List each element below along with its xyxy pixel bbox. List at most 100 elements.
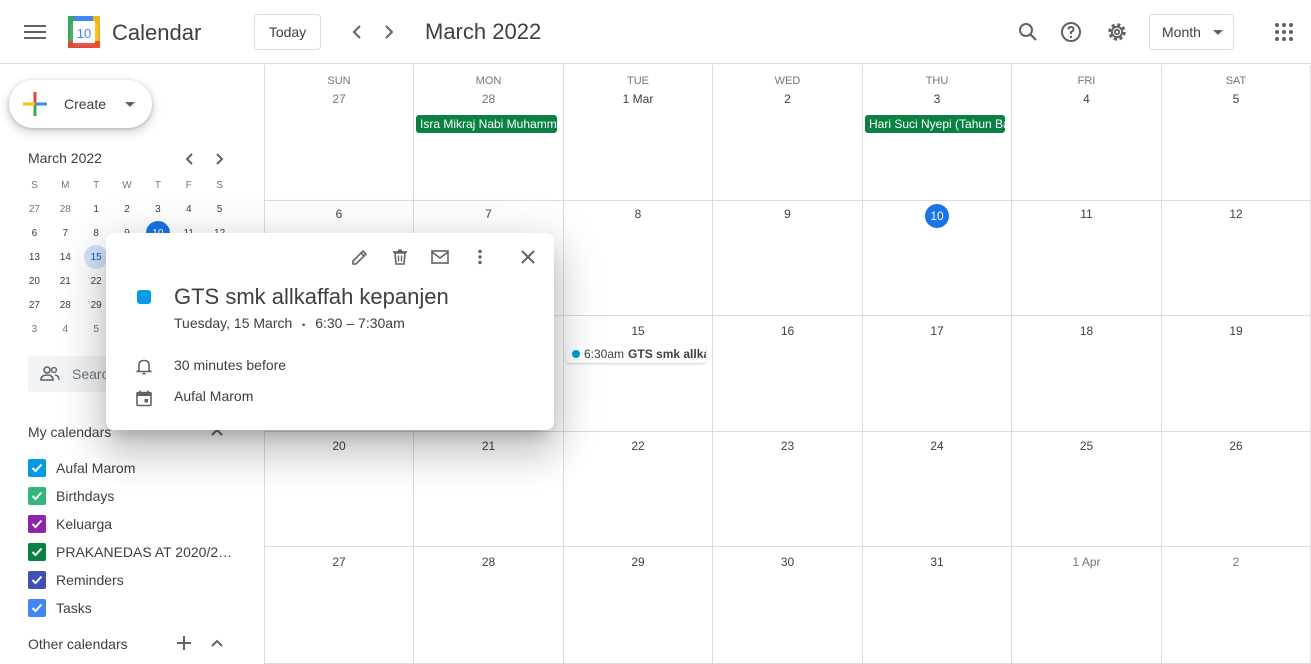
day-number[interactable]: 7 xyxy=(414,207,563,221)
edit-pencil-icon[interactable] xyxy=(350,247,370,267)
day-number[interactable]: 23 xyxy=(713,439,862,453)
calendar-list-item[interactable]: Keluarga xyxy=(28,510,248,538)
day-cell[interactable]: 15 6:30amGTS smk allkaffah kepanjen xyxy=(564,316,713,431)
day-number[interactable]: 24 xyxy=(863,439,1011,453)
mini-day[interactable]: 28 xyxy=(50,197,81,221)
mini-day[interactable]: 3 xyxy=(19,317,50,341)
mini-day[interactable]: 7 xyxy=(50,221,81,245)
day-number[interactable]: 10 xyxy=(863,204,1011,228)
day-number[interactable]: 5 xyxy=(1162,92,1310,106)
checkbox-checked-icon[interactable] xyxy=(28,571,46,589)
prev-month-icon[interactable] xyxy=(345,20,369,44)
day-number[interactable]: 4 xyxy=(1012,92,1161,106)
mini-day[interactable]: 4 xyxy=(173,197,204,221)
day-cell[interactable]: 16 xyxy=(713,316,863,431)
today-button[interactable]: Today xyxy=(254,14,321,50)
day-cell[interactable]: 23 xyxy=(713,431,863,546)
mini-prev-icon[interactable] xyxy=(180,149,200,169)
day-cell[interactable]: 27 xyxy=(265,547,414,663)
more-options-icon[interactable] xyxy=(470,247,490,267)
close-icon[interactable] xyxy=(518,247,538,267)
search-icon[interactable] xyxy=(1016,20,1040,44)
day-number[interactable]: 8 xyxy=(564,207,712,221)
day-cell[interactable]: 1 Apr xyxy=(1012,547,1162,663)
checkbox-checked-icon[interactable] xyxy=(28,599,46,617)
calendar-logo-icon[interactable]: 10 xyxy=(68,16,100,48)
settings-gear-icon[interactable] xyxy=(1105,20,1129,44)
day-number[interactable]: 19 xyxy=(1162,324,1310,338)
calendar-list-item[interactable]: Tasks xyxy=(28,594,248,622)
day-cell[interactable]: 26 xyxy=(1162,431,1311,546)
day-cell[interactable]: 28 xyxy=(414,547,564,663)
day-cell[interactable]: SUN 27 xyxy=(265,65,414,200)
day-cell[interactable]: 19 xyxy=(1162,316,1311,431)
day-number[interactable]: 27 xyxy=(265,92,413,106)
day-number[interactable]: 28 xyxy=(414,555,563,569)
day-cell[interactable]: 22 xyxy=(564,431,713,546)
day-number[interactable]: 1 Apr xyxy=(1012,555,1161,569)
email-icon[interactable] xyxy=(430,247,450,267)
mini-day[interactable]: 4 xyxy=(50,317,81,341)
day-number[interactable]: 20 xyxy=(265,439,413,453)
day-cell[interactable]: 30 xyxy=(713,547,863,663)
view-select[interactable]: Month xyxy=(1149,14,1234,50)
day-number[interactable]: 6 xyxy=(265,207,413,221)
day-number[interactable]: 12 xyxy=(1162,207,1310,221)
day-cell[interactable]: MON 28 Isra Mikraj Nabi Muhammad xyxy=(414,65,564,200)
day-number[interactable]: 30 xyxy=(713,555,862,569)
day-cell[interactable]: 29 xyxy=(564,547,713,663)
day-cell[interactable]: WED 2 xyxy=(713,65,863,200)
mini-day[interactable]: 20 xyxy=(19,269,50,293)
day-number[interactable]: 1 Mar xyxy=(564,92,712,106)
day-number[interactable]: 3 xyxy=(863,92,1011,106)
day-number[interactable]: 29 xyxy=(564,555,712,569)
day-number[interactable]: 31 xyxy=(863,555,1011,569)
day-cell[interactable]: 21 xyxy=(414,431,564,546)
mini-day[interactable]: 14 xyxy=(50,245,81,269)
day-number[interactable]: 11 xyxy=(1012,207,1161,221)
holiday-event-chip[interactable]: Isra Mikraj Nabi Muhammad xyxy=(416,115,557,133)
mini-day[interactable]: 5 xyxy=(204,197,235,221)
day-cell[interactable]: 8 xyxy=(564,200,713,315)
apps-grid-icon[interactable] xyxy=(1272,20,1296,44)
day-cell[interactable]: 25 xyxy=(1012,431,1162,546)
day-cell[interactable]: FRI 4 xyxy=(1012,65,1162,200)
day-number[interactable]: 21 xyxy=(414,439,563,453)
day-number[interactable]: 17 xyxy=(863,324,1011,338)
day-cell[interactable]: 18 xyxy=(1012,316,1162,431)
mini-day[interactable]: 27 xyxy=(19,293,50,317)
day-number[interactable]: 28 xyxy=(414,92,563,106)
day-number[interactable]: 22 xyxy=(564,439,712,453)
mini-day[interactable]: 27 xyxy=(19,197,50,221)
day-number[interactable]: 27 xyxy=(265,555,413,569)
day-cell[interactable]: 9 xyxy=(713,200,863,315)
add-calendar-icon[interactable] xyxy=(174,633,194,653)
day-number[interactable]: 9 xyxy=(713,207,862,221)
other-calendars-title[interactable]: Other calendars xyxy=(28,636,128,652)
mini-day[interactable]: 13 xyxy=(19,245,50,269)
mini-day[interactable]: 28 xyxy=(50,293,81,317)
create-button[interactable]: Create xyxy=(9,80,152,128)
day-number[interactable]: 15 xyxy=(564,324,712,338)
day-number[interactable]: 2 xyxy=(1162,555,1310,569)
calendar-list-item[interactable]: PRAKANEDAS AT 2020/20… xyxy=(28,538,248,566)
day-number[interactable]: 25 xyxy=(1012,439,1161,453)
calendar-list-item[interactable]: Birthdays xyxy=(28,482,248,510)
mini-next-icon[interactable] xyxy=(209,149,229,169)
mini-day[interactable]: 2 xyxy=(112,197,143,221)
day-cell[interactable]: 31 xyxy=(863,547,1012,663)
day-cell[interactable]: 10 xyxy=(863,200,1012,315)
chevron-up-icon[interactable] xyxy=(207,633,227,653)
checkbox-checked-icon[interactable] xyxy=(28,543,46,561)
mini-day[interactable]: 3 xyxy=(142,197,173,221)
day-cell[interactable]: 20 xyxy=(265,431,414,546)
day-cell[interactable]: 24 xyxy=(863,431,1012,546)
checkbox-checked-icon[interactable] xyxy=(28,459,46,477)
calendar-list-item[interactable]: Aufal Marom xyxy=(28,454,248,482)
mini-day[interactable]: 6 xyxy=(19,221,50,245)
holiday-event-chip[interactable]: Hari Suci Nyepi (Tahun Baru Saka) xyxy=(865,115,1005,133)
help-icon[interactable] xyxy=(1059,20,1083,44)
day-cell[interactable]: SAT 5 xyxy=(1162,65,1311,200)
main-menu-icon[interactable] xyxy=(24,22,46,42)
mini-day[interactable]: 21 xyxy=(50,269,81,293)
